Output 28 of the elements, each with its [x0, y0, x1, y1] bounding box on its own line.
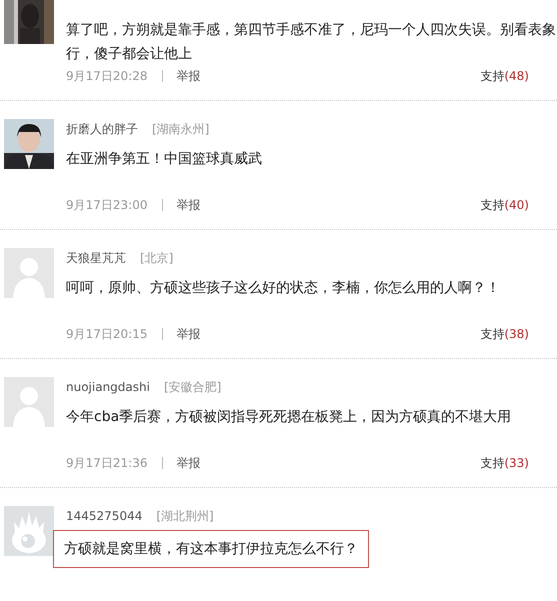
report-link[interactable]: 举报 — [176, 197, 200, 213]
comment-text: 今年cba季后赛，方硕被闵指导死死摁在板凳上，因为方硕真的不堪大用 — [66, 408, 512, 427]
location: [北京] — [140, 250, 174, 266]
comment-text: 算了吧，方朔就是靠手感，第四节手感不准了，尼玛一个人四次失误。别看表象行，傻子都会让他上 — [66, 21, 556, 64]
support-link[interactable]: 支持(48) — [480, 68, 529, 84]
eye-logo-icon — [4, 506, 54, 556]
support-link[interactable]: 支持(40) — [480, 197, 529, 213]
location: [安徽合肥] — [164, 379, 222, 395]
avatar-icon — [4, 248, 54, 298]
username[interactable]: 折磨人的胖子 — [66, 121, 138, 137]
report-link[interactable]: 举报 — [176, 455, 200, 471]
support-link[interactable]: 支持(38) — [480, 326, 529, 342]
report-link[interactable]: 举报 — [176, 326, 200, 342]
timestamp: 9月17日21:36 — [66, 455, 148, 471]
timestamp: 9月17日20:28 — [66, 68, 148, 84]
support-link[interactable]: 支持(33) — [480, 455, 529, 471]
location: [湖北荆州] — [156, 508, 214, 524]
timestamp: 9月17日23:00 — [66, 197, 148, 213]
username[interactable]: 天狼星芃芃 — [66, 250, 126, 266]
comment-text: 呵呵，原帅、方硕这些孩子这么好的状态，李楠，你怎么用的人啊？！ — [66, 279, 501, 298]
avatar-icon — [4, 377, 54, 427]
location: [湖南永州] — [152, 121, 210, 137]
comment-text: 方硕就是窝里横，有这本事打伊拉克怎么不行？ — [53, 530, 369, 568]
username[interactable]: 1445275044 — [66, 508, 142, 524]
username[interactable]: nuojiangdashi — [66, 379, 150, 395]
comment-text: 在亚洲争第五！中国篮球真威武 — [66, 150, 263, 169]
timestamp: 9月17日20:15 — [66, 326, 148, 342]
report-link[interactable]: 举报 — [176, 68, 200, 84]
